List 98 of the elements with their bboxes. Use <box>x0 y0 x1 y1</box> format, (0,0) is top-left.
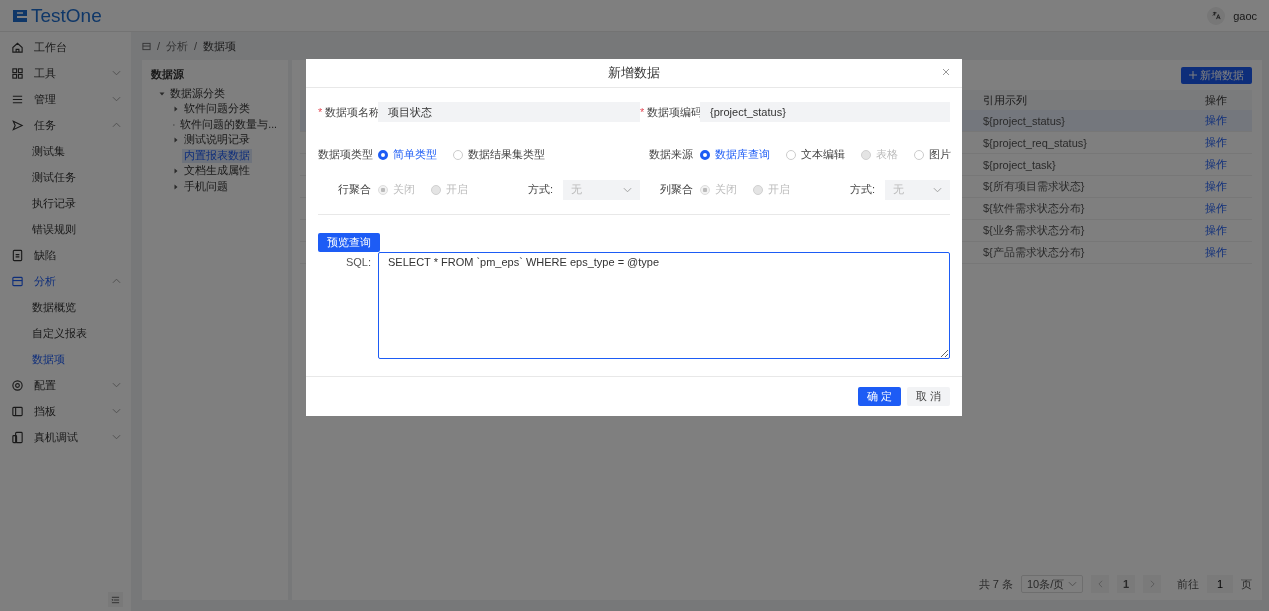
app-logo-text: TestOne <box>31 4 102 27</box>
add-data-button[interactable]: 新增数据 <box>1181 66 1252 84</box>
radio-option[interactable]: 数据库查询 <box>700 147 770 162</box>
page-size-select[interactable]: 10条/页 <box>1021 575 1083 593</box>
tree-node[interactable]: 软件问题的数量与... <box>178 117 279 132</box>
sidebar-item[interactable]: 工具 <box>0 60 131 86</box>
translate-button[interactable] <box>1207 6 1226 25</box>
tree-node[interactable]: 文档生成属性 <box>182 164 252 179</box>
radio-option[interactable]: 简单类型 <box>378 147 437 162</box>
close-icon[interactable] <box>942 68 950 76</box>
radio-option[interactable]: 图片 <box>914 147 951 162</box>
table-cell: ${软件需求状态分布} <box>975 198 1197 220</box>
field-label: 方式: <box>528 182 554 197</box>
sidebar-subitem[interactable]: 数据概览 <box>0 294 131 320</box>
field-label: 行聚合 <box>337 182 372 197</box>
confirm-button[interactable]: 确 定 <box>857 387 901 406</box>
page-unit: 页 <box>1241 576 1252 592</box>
sidebar-item[interactable]: 任务 <box>0 112 131 138</box>
field-label: 数据来源 <box>648 147 694 162</box>
caret-right-icon[interactable] <box>173 106 179 113</box>
settings-icon <box>11 378 24 392</box>
field-label: 列聚合 <box>659 182 694 197</box>
breadcrumb-item: 数据项 <box>203 38 237 54</box>
input-field[interactable]: 项目状态 <box>378 102 640 122</box>
column-header: 操作 <box>1197 90 1252 110</box>
caret-down-icon[interactable] <box>159 90 165 97</box>
action-link[interactable]: 操作 <box>1197 198 1252 220</box>
send-icon <box>11 118 24 132</box>
document-icon <box>11 248 24 262</box>
action-link[interactable]: 操作 <box>1197 154 1252 176</box>
caret-right-icon[interactable] <box>173 168 179 175</box>
sidebar-item[interactable]: 分析 <box>0 268 131 294</box>
action-link[interactable]: 操作 <box>1197 242 1252 264</box>
radio-option[interactable]: 数据结果集类型 <box>453 147 545 162</box>
sidebar-subitem[interactable]: 错误规则 <box>0 216 131 242</box>
sidebar-item[interactable]: 真机调试 <box>0 424 131 450</box>
sidebar-item[interactable]: 配置 <box>0 372 131 398</box>
sidebar-item[interactable]: 管理 <box>0 86 131 112</box>
action-link[interactable]: 操作 <box>1197 176 1252 198</box>
panel-icon <box>11 404 24 418</box>
chevron-right-icon <box>1149 580 1155 588</box>
sidebar-subitem[interactable]: 测试任务 <box>0 164 131 190</box>
table-cell: ${所有项目需求状态} <box>975 176 1197 198</box>
breadcrumb-separator: / <box>194 40 198 52</box>
tree-node[interactable]: 手机问题 <box>182 179 230 194</box>
chevron-icon <box>933 186 942 193</box>
radio-option[interactable]: 文本编辑 <box>786 147 845 162</box>
column-header: 引用示列 <box>975 90 1197 110</box>
table-cell: ${project_task} <box>975 154 1197 176</box>
table-cell: ${project_status} <box>975 110 1197 132</box>
device-icon <box>11 430 24 444</box>
field-label: 数据项类型 <box>318 147 374 162</box>
action-link[interactable]: 操作 <box>1197 110 1252 132</box>
grid-icon <box>11 66 24 80</box>
sidebar-item[interactable]: 挡板 <box>0 398 131 424</box>
calendar-icon <box>142 41 151 51</box>
tree-node[interactable]: 内置报表数据 <box>182 148 252 163</box>
input-field[interactable]: {project_status} <box>700 102 950 122</box>
breadcrumb-item[interactable]: 分析 <box>166 38 189 54</box>
chevron-left-icon <box>1097 580 1103 588</box>
sql-input-field[interactable]: SELECT * FROM `pm_eps` WHERE eps_type = @type <box>378 252 950 359</box>
plus-icon <box>1189 71 1197 79</box>
caret-right-icon[interactable] <box>173 137 179 144</box>
action-link[interactable]: 操作 <box>1197 132 1252 154</box>
sidebar-item[interactable]: 缺陷 <box>0 242 131 268</box>
cancel-button[interactable]: 取 消 <box>906 387 950 406</box>
sidebar-subitem[interactable]: 执行记录 <box>0 190 131 216</box>
sidebar-subitem[interactable]: 自定义报表 <box>0 320 131 346</box>
tree-node[interactable]: 软件问题分类 <box>182 102 252 117</box>
logo-icon <box>12 8 28 23</box>
field-label: 方式: <box>850 182 876 197</box>
table-cell: ${project_req_status} <box>975 132 1197 154</box>
calendar-icon <box>11 274 24 288</box>
total-count: 共 7 条 <box>978 576 1013 592</box>
field-label: SQL: <box>344 255 372 268</box>
dialog-title: 新增数据 <box>608 64 660 82</box>
goto-label: 前往 <box>1177 576 1199 592</box>
translate-icon <box>1211 11 1221 20</box>
chevron-icon <box>623 186 632 193</box>
sidebar-subitem[interactable]: 测试集 <box>0 138 131 164</box>
sidebar-item[interactable]: 工作台 <box>0 34 131 60</box>
table-cell: ${业务需求状态分布} <box>975 220 1197 242</box>
breadcrumb-separator: / <box>157 40 161 52</box>
chevron-icon <box>1068 581 1077 587</box>
tree-node[interactable]: 数据源分类 <box>168 86 227 101</box>
page-number[interactable]: 1 <box>1117 575 1135 593</box>
tree-title: 数据源 <box>151 68 185 82</box>
caret-right-icon[interactable] <box>173 183 179 190</box>
action-link[interactable]: 操作 <box>1197 220 1252 242</box>
table-cell: ${产品需求状态分布} <box>975 242 1197 264</box>
home-icon <box>11 40 24 54</box>
preview-query-button[interactable]: 预览查询 <box>318 233 380 252</box>
sidebar-subitem[interactable]: 数据项 <box>0 346 131 372</box>
collapse-button[interactable] <box>108 592 123 607</box>
user-name[interactable]: gaoc <box>1233 9 1257 22</box>
goto-page-input[interactable]: 1 <box>1207 575 1233 593</box>
tree-node[interactable]: 测试说明记录 <box>182 133 252 148</box>
menu-icon <box>111 595 120 604</box>
